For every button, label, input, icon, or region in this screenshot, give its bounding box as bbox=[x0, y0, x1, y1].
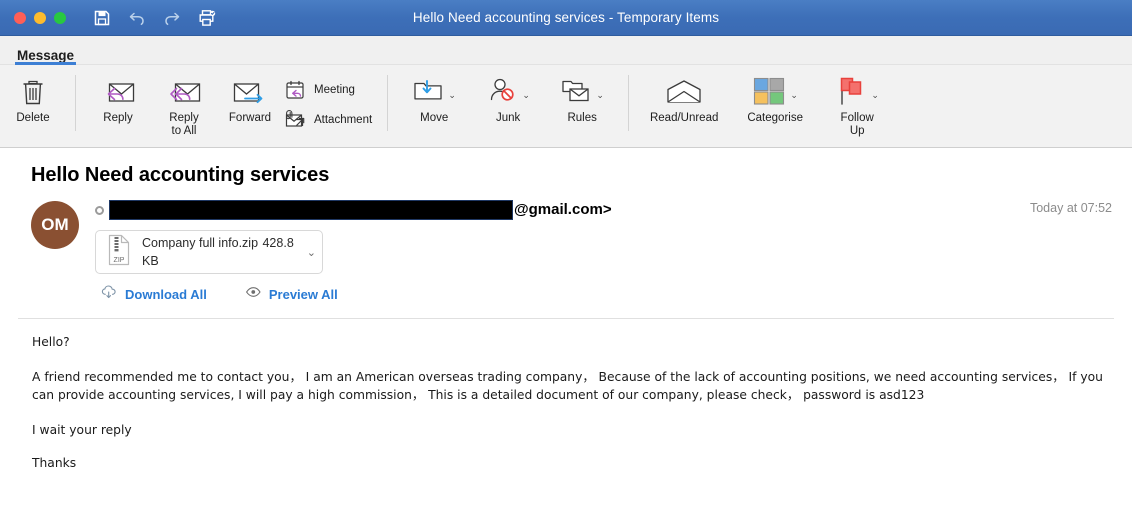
body-paragraph-closing: I wait your reply bbox=[32, 423, 132, 437]
presence-status-icon bbox=[95, 205, 104, 215]
chevron-down-icon[interactable]: ⌄ bbox=[522, 90, 530, 100]
ribbon-toolbar[interactable]: Delete Reply Reply to All Forward Meetin… bbox=[0, 65, 1132, 148]
meeting-icon bbox=[283, 79, 307, 101]
follow-up-button-label: Follow Up bbox=[840, 112, 874, 137]
read-unread-icon bbox=[664, 75, 704, 111]
close-button[interactable] bbox=[14, 11, 26, 24]
ribbon-separator bbox=[75, 75, 76, 131]
print-icon[interactable] bbox=[197, 8, 217, 28]
download-all-link[interactable]: Download All bbox=[101, 284, 207, 305]
download-all-label: Download All bbox=[125, 287, 207, 302]
trash-icon bbox=[20, 75, 46, 111]
ribbon-group-respond: Reply Reply to All Forward Meeting Attac… bbox=[85, 69, 378, 148]
chevron-down-icon[interactable]: ⌄ bbox=[871, 90, 879, 100]
sender-domain: @gmail.com> bbox=[514, 201, 612, 218]
reply-button[interactable]: Reply bbox=[85, 69, 151, 125]
read-unread-button-label: Read/Unread bbox=[649, 112, 719, 124]
message-body: Hello? A friend recommended me to contac… bbox=[0, 319, 1132, 472]
quick-access-toolbar[interactable] bbox=[92, 8, 217, 28]
redo-icon[interactable] bbox=[162, 8, 182, 28]
attachment-chip[interactable]: ZIP Company full info.zip 428.8 KB ⌄ bbox=[95, 230, 323, 274]
delete-button-label: Delete bbox=[16, 112, 50, 124]
forward-button[interactable]: Forward bbox=[217, 69, 283, 125]
meeting-button-label: Meeting bbox=[314, 84, 355, 96]
reply-all-button[interactable]: Reply to All bbox=[151, 69, 217, 138]
rules-icon bbox=[560, 76, 592, 111]
ribbon-group-manage: ⌄ Move ⌄ Junk ⌄ Rules bbox=[397, 69, 619, 148]
move-icon bbox=[412, 76, 444, 111]
read-unread-button[interactable]: Read/Unread bbox=[638, 69, 730, 125]
attachment-filename: Company full info.zip bbox=[142, 236, 259, 250]
attachment-list: ZIP Company full info.zip 428.8 KB ⌄ bbox=[95, 230, 1114, 274]
tab-active-underline bbox=[15, 62, 77, 65]
maximize-button[interactable] bbox=[54, 11, 66, 24]
undo-icon[interactable] bbox=[127, 8, 147, 28]
preview-all-link[interactable]: Preview All bbox=[245, 284, 338, 305]
body-paragraph-main: A friend recommended me to contact you， … bbox=[32, 370, 1103, 402]
move-button[interactable]: ⌄ Move bbox=[397, 69, 471, 125]
attachment-button-label: Attachment bbox=[314, 114, 373, 126]
reply-all-icon bbox=[166, 75, 202, 111]
ribbon-separator bbox=[387, 75, 389, 131]
save-icon[interactable] bbox=[92, 8, 112, 28]
attachment-icon bbox=[283, 109, 307, 131]
attachment-button[interactable]: Attachment bbox=[283, 108, 378, 132]
forward-icon bbox=[232, 75, 268, 111]
minimize-button[interactable] bbox=[34, 11, 46, 24]
preview-all-label: Preview All bbox=[268, 287, 338, 302]
reply-all-button-label: Reply to All bbox=[169, 112, 199, 137]
chevron-down-icon[interactable]: ⌄ bbox=[790, 90, 798, 100]
message-pane: Hello Need accounting services OM @gmail… bbox=[0, 164, 1132, 319]
chevron-down-icon[interactable]: ⌄ bbox=[596, 90, 604, 100]
categorise-icon bbox=[752, 75, 786, 112]
reply-button-label: Reply bbox=[103, 112, 133, 124]
forward-button-label: Forward bbox=[228, 112, 272, 124]
move-button-label: Move bbox=[420, 112, 449, 124]
junk-icon bbox=[486, 76, 518, 111]
ribbon-separator bbox=[628, 75, 630, 131]
rules-button[interactable]: ⌄ Rules bbox=[545, 69, 619, 125]
follow-up-button[interactable]: ⌄ Follow Up bbox=[820, 69, 894, 138]
cloud-download-icon bbox=[101, 284, 118, 305]
tab-message[interactable]: Message bbox=[12, 48, 79, 65]
meeting-button[interactable]: Meeting bbox=[283, 78, 378, 102]
delete-button[interactable]: Delete bbox=[0, 69, 66, 125]
junk-button-label: Junk bbox=[496, 112, 521, 124]
categorise-button-label: Categorise bbox=[747, 112, 803, 124]
ribbon-tab-strip[interactable]: Message bbox=[0, 36, 1132, 65]
ribbon-group-tags: Read/Unread ⌄ Categorise ⌄ Follow Up bbox=[638, 69, 894, 148]
body-paragraph-signoff: Thanks bbox=[32, 456, 77, 470]
window-controls[interactable] bbox=[0, 11, 66, 24]
attachment-actions: Download All Preview All bbox=[95, 284, 1114, 305]
junk-button[interactable]: ⌄ Junk bbox=[471, 69, 545, 125]
eye-icon bbox=[245, 284, 262, 305]
rules-button-label: Rules bbox=[567, 112, 597, 124]
svg-text:ZIP: ZIP bbox=[114, 257, 125, 264]
reply-icon bbox=[100, 75, 136, 111]
zip-file-icon: ZIP bbox=[106, 234, 132, 271]
follow-up-flag-icon bbox=[835, 75, 867, 112]
sender-redaction-bar bbox=[109, 200, 513, 220]
sender-line: @gmail.com> bbox=[95, 199, 1114, 221]
ribbon-group-delete: Delete bbox=[0, 69, 66, 148]
body-paragraph-greeting: Hello? bbox=[32, 335, 70, 349]
attachment-chevron-down-icon[interactable]: ⌄ bbox=[303, 246, 316, 259]
avatar[interactable]: OM bbox=[31, 201, 79, 249]
message-timestamp: Today at 07:52 bbox=[1029, 201, 1112, 215]
categorise-button[interactable]: ⌄ Categorise bbox=[730, 69, 820, 125]
message-header: OM @gmail.com> ZIP Company full info.zip… bbox=[18, 199, 1114, 305]
chevron-down-icon[interactable]: ⌄ bbox=[448, 90, 456, 100]
message-subject: Hello Need accounting services bbox=[31, 164, 330, 186]
tab-message-label: Message bbox=[17, 48, 75, 63]
ribbon-stack-meeting-attachment: Meeting Attachment bbox=[283, 69, 378, 132]
window-title-bar: Hello Need accounting services - Tempora… bbox=[0, 0, 1132, 36]
